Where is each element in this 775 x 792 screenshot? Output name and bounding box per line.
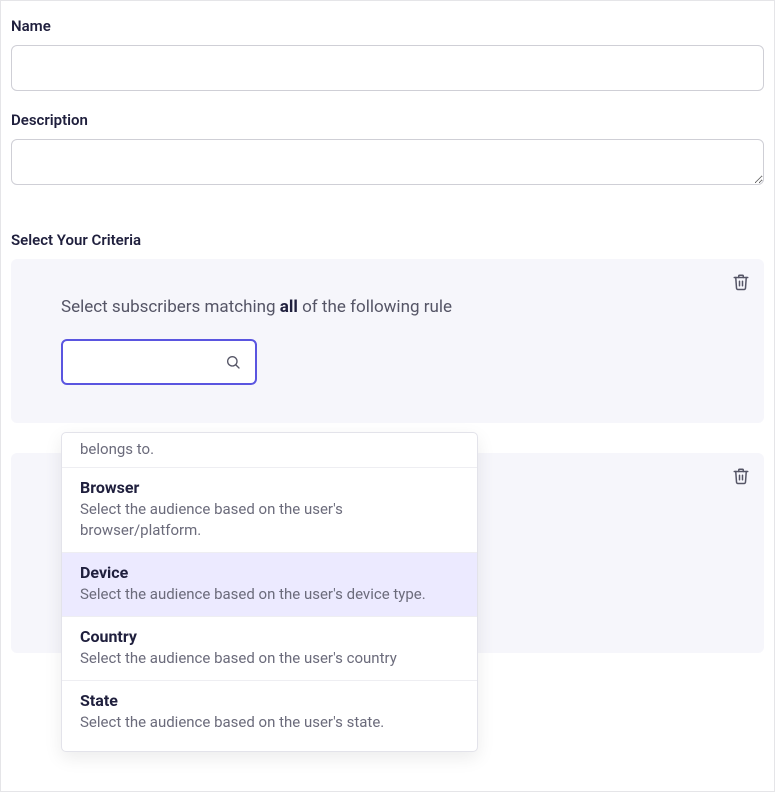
dropdown-item-device[interactable]: Device Select the audience based on the … — [62, 552, 477, 616]
rule-text-suffix: of the following rule — [298, 297, 452, 317]
dropdown-item-desc: Select the audience based on the user's … — [80, 499, 459, 540]
criteria-heading: Select Your Criteria — [11, 231, 764, 249]
name-label: Name — [11, 17, 764, 35]
criteria-dropdown: belongs to. Browser Select the audience … — [61, 432, 478, 752]
dropdown-partial-text: belongs to. — [62, 439, 477, 467]
criteria-card-1: Select subscribers matching all of the f… — [11, 259, 764, 423]
name-field-group: Name — [11, 17, 764, 91]
dropdown-item-desc: Select the audience based on the user's … — [80, 584, 459, 604]
criteria-rule-text: Select subscribers matching all of the f… — [61, 297, 724, 317]
rule-text-prefix: Select subscribers matching — [61, 297, 280, 317]
dropdown-item-title: State — [80, 691, 459, 710]
description-field-group: Description — [11, 111, 764, 189]
dropdown-item-browser[interactable]: Browser Select the audience based on the… — [62, 467, 477, 552]
dropdown-item-title: Device — [80, 563, 459, 582]
description-textarea[interactable] — [11, 139, 764, 185]
dropdown-item-desc: Select the audience based on the user's … — [80, 712, 459, 732]
dropdown-item-state[interactable]: State Select the audience based on the u… — [62, 680, 477, 744]
dropdown-item-country[interactable]: Country Select the audience based on the… — [62, 616, 477, 680]
rule-text-bold: all — [280, 297, 298, 317]
description-label: Description — [11, 111, 764, 129]
criteria-search-input[interactable] — [61, 339, 257, 385]
criteria-search-wrap — [61, 339, 257, 385]
dropdown-item-title: Country — [80, 627, 459, 646]
trash-icon[interactable] — [732, 467, 750, 485]
name-input[interactable] — [11, 45, 764, 91]
dropdown-item-title: Browser — [80, 478, 459, 497]
dropdown-item-desc: Select the audience based on the user's … — [80, 648, 459, 668]
trash-icon[interactable] — [732, 273, 750, 291]
